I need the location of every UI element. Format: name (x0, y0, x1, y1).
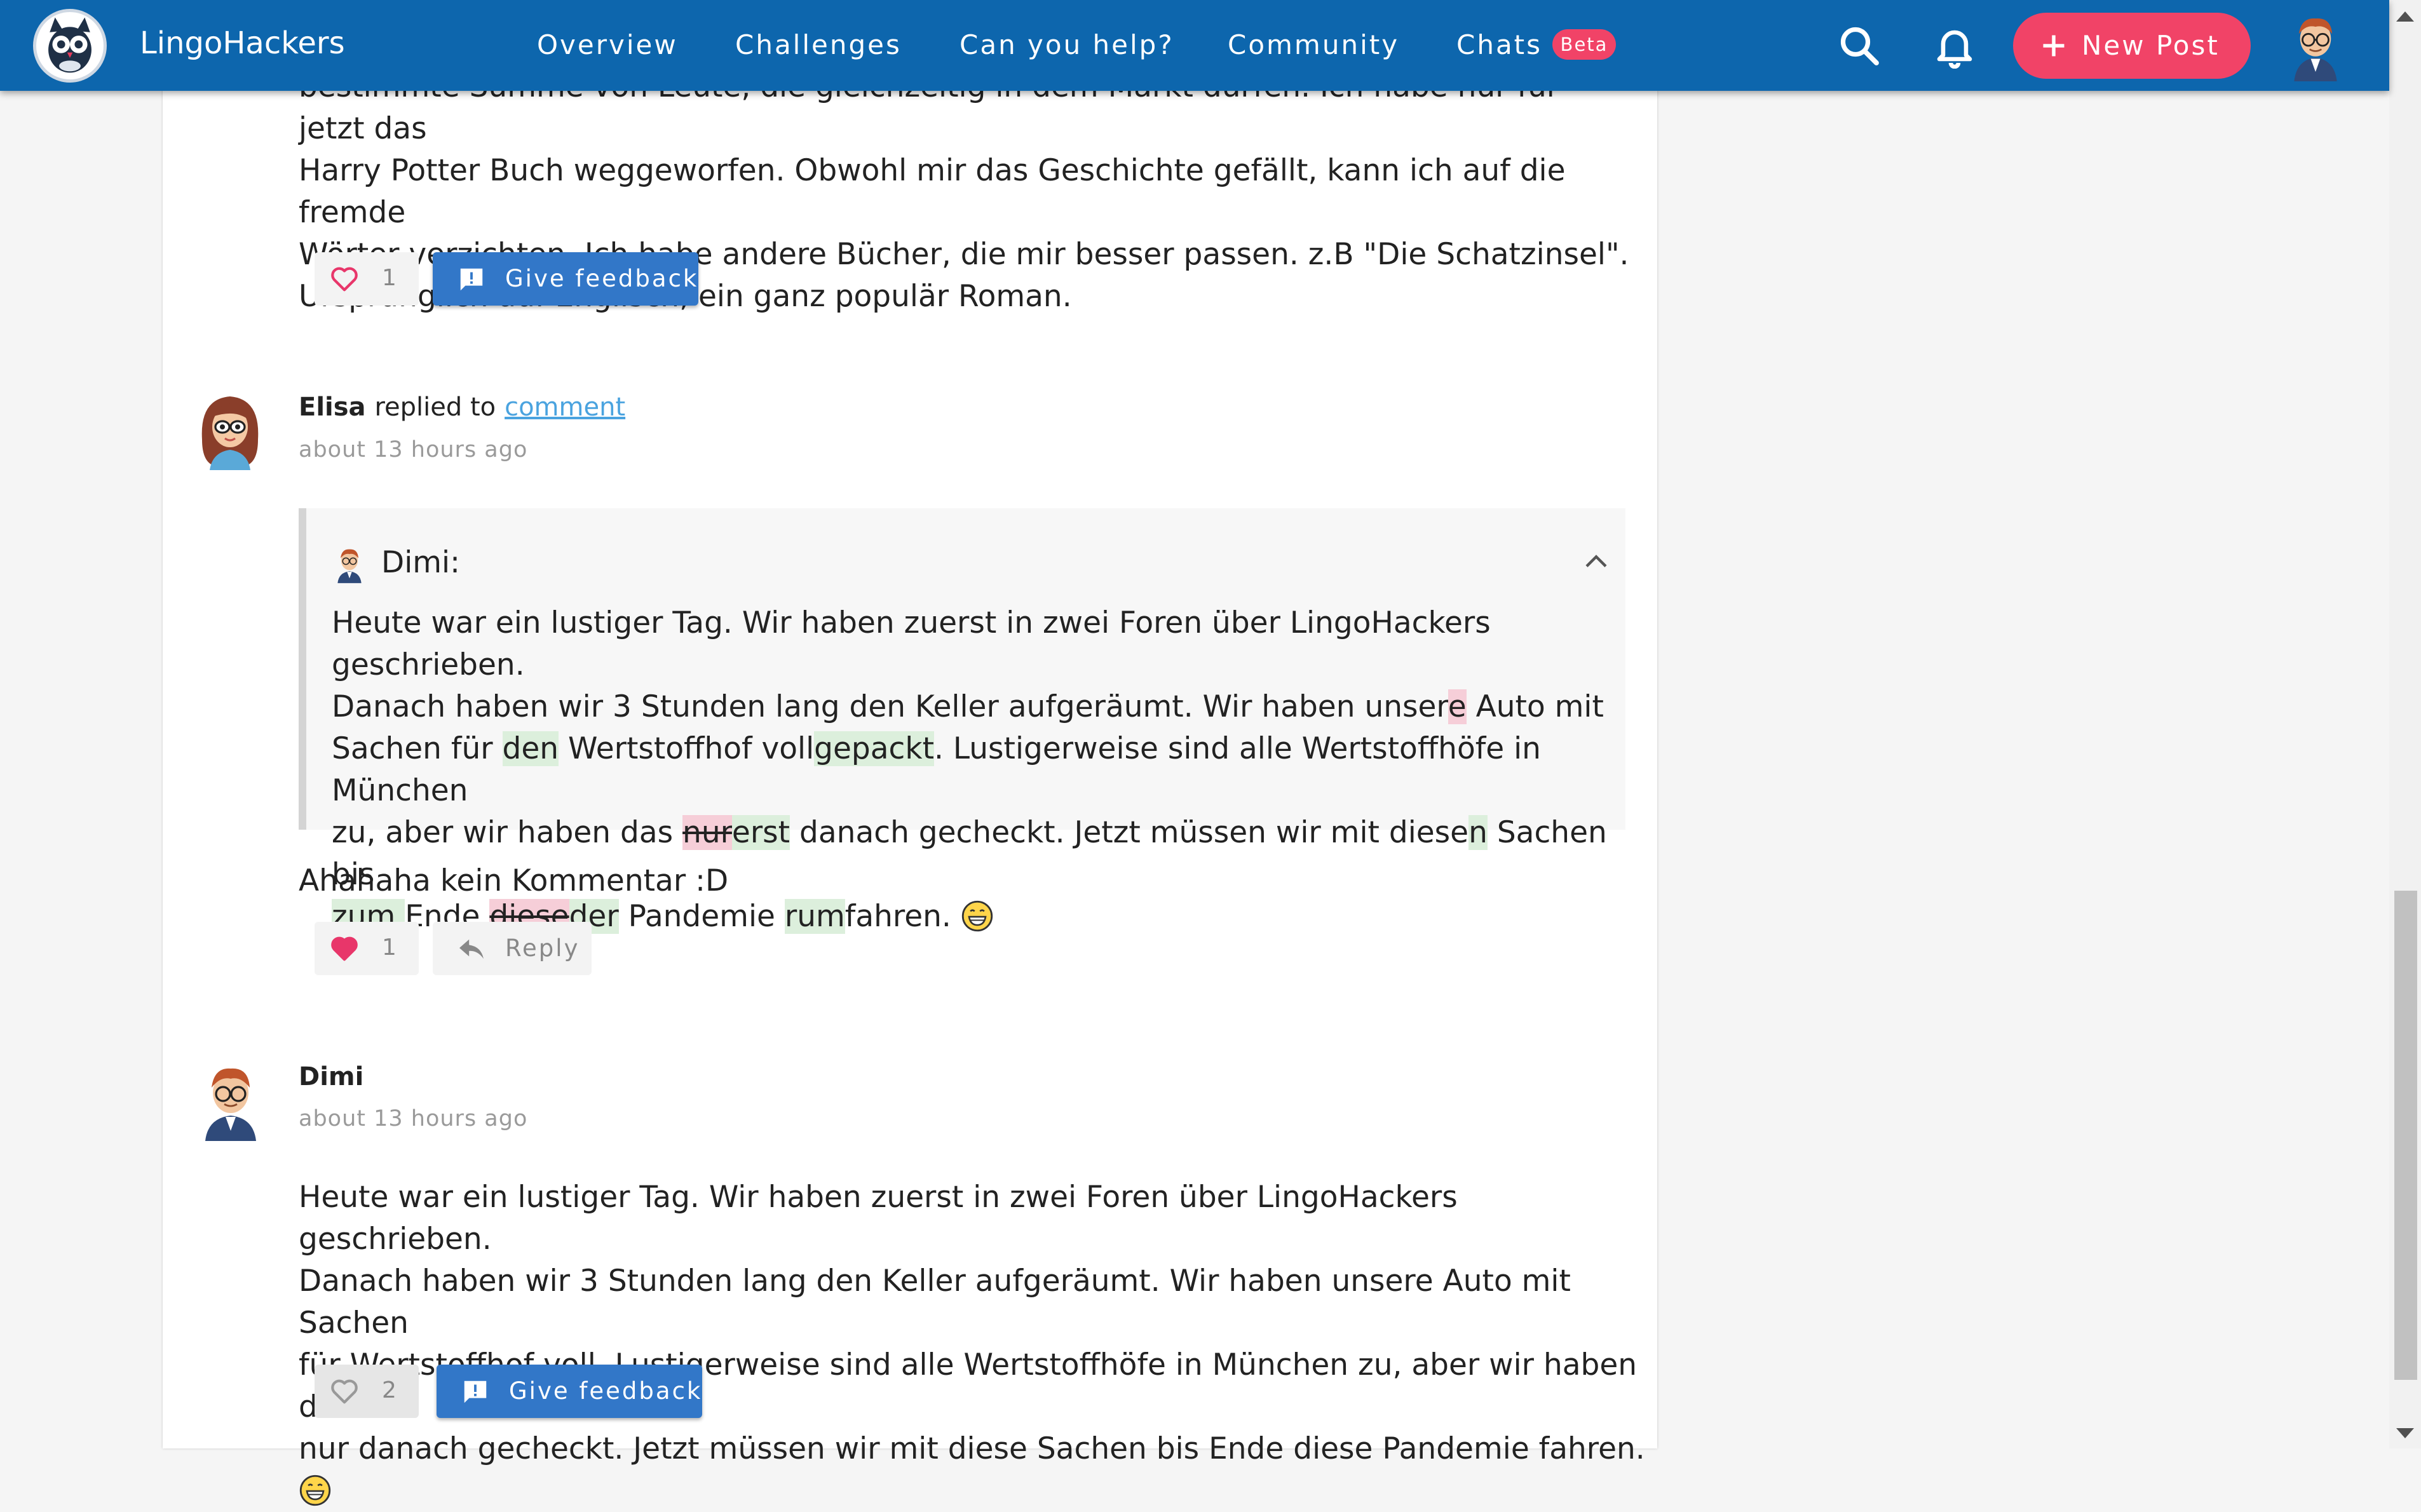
post-timestamp: about 13 hours ago (299, 1106, 528, 1131)
new-post-label: New Post (2082, 30, 2220, 61)
grinning-emoji-icon (961, 900, 993, 932)
grinning-emoji-icon (299, 1475, 331, 1506)
quote-text-segment: Sachen für (332, 731, 503, 766)
heart-filled-icon (331, 936, 358, 961)
elisa-avatar-icon[interactable] (192, 389, 268, 470)
reply-button[interactable]: Reply (433, 922, 592, 975)
nav-community[interactable]: Community (1228, 29, 1399, 60)
reply-arrow-icon (459, 939, 484, 959)
post-line-text: nur danach gecheckt. Jetzt müssen wir mi… (299, 1431, 1645, 1466)
feedback-icon (460, 268, 483, 291)
author-name[interactable]: Dimi (299, 1062, 363, 1091)
heart-outline-icon (331, 267, 358, 292)
scroll-down-arrow-icon[interactable] (2396, 1428, 2414, 1438)
search-icon[interactable] (1836, 23, 1882, 69)
correction-added: n (1468, 815, 1488, 850)
quote-line: Sachen für den Wertstoffhof vollgepackt.… (332, 728, 1634, 812)
correction-removed: nur (682, 815, 732, 850)
comment-link[interactable]: comment (505, 393, 625, 422)
beta-badge: Beta (1552, 29, 1616, 60)
scrollbar-thumb[interactable] (2394, 891, 2417, 1380)
correction-added: erst (731, 815, 790, 850)
reply-timestamp: about 13 hours ago (299, 437, 528, 462)
like-count: 2 (382, 1377, 397, 1403)
logo-owl-icon[interactable] (33, 9, 107, 83)
user-avatar-icon[interactable] (2280, 10, 2351, 81)
quote-text-segment: zu, aber wir haben das (332, 815, 683, 850)
like-button[interactable]: 1 (315, 922, 419, 975)
author-name[interactable]: Elisa (299, 393, 366, 422)
correction-added: gepackt (814, 731, 935, 766)
quote-text-segment: fahren. (844, 899, 961, 934)
post-line: Heute war ein lustiger Tag. Wir haben zu… (299, 1180, 1458, 1257)
post-line: Danach haben wir 3 Stunden lang den Kell… (299, 1264, 1571, 1340)
new-post-button[interactable]: New Post (2013, 13, 2251, 79)
nav-can-you-help[interactable]: Can you help? (960, 29, 1174, 60)
like-button[interactable]: 1 (315, 252, 419, 306)
dimi-small-avatar-icon (337, 549, 362, 583)
give-feedback-button[interactable]: Give feedback (433, 252, 698, 306)
dimi-avatar-icon[interactable] (193, 1060, 269, 1141)
post-body: Heute war ein lustiger Tag. Wir haben zu… (299, 1177, 1646, 1512)
plus-icon (2043, 35, 2065, 57)
brand-name[interactable]: LingoHackers (140, 25, 345, 61)
like-count: 1 (382, 265, 397, 291)
nav-overview[interactable]: Overview (537, 29, 678, 60)
like-button[interactable]: 2 (315, 1365, 419, 1418)
give-feedback-label: Give feedback (509, 1377, 703, 1405)
bell-icon[interactable] (1932, 23, 1977, 69)
scroll-up-arrow-icon[interactable] (2396, 11, 2414, 22)
quote-text-segment: Auto mit (1466, 689, 1604, 724)
like-count: 1 (382, 935, 397, 961)
quoted-comment: Dimi: Heute war ein lustiger Tag. Wir ha… (299, 508, 1625, 934)
nav-challenges[interactable]: Challenges (735, 29, 902, 60)
top-navbar: LingoHackers Overview Challenges Can you… (0, 0, 2389, 91)
quote-line: Danach haben wir 3 Stunden lang den Kell… (332, 686, 1634, 728)
give-feedback-button[interactable]: Give feedback (437, 1365, 702, 1418)
correction-added: rum (784, 899, 845, 934)
post-line: Harry Potter Buch weggeworfen. Obwohl mi… (299, 153, 1566, 230)
quote-text-segment: Pandemie (618, 899, 785, 934)
reply-body: Ahahaha kein Kommentar :D (299, 863, 729, 898)
nav-chats[interactable]: Chats (1456, 29, 1542, 60)
quote-text-segment: Wertstoffhof voll (559, 731, 815, 766)
correction-removed: e (1448, 689, 1467, 724)
quote-text-segment: danach gecheckt. Jetzt müssen wir mit di… (790, 815, 1469, 850)
quote-line: Heute war ein lustiger Tag. Wir haben zu… (332, 605, 1491, 682)
reply-label: Reply (505, 935, 580, 962)
heart-outline-icon (331, 1379, 358, 1404)
reply-author-line: Elisa replied to comment (299, 393, 625, 422)
give-feedback-label: Give feedback (505, 265, 699, 292)
quoted-author: Dimi: (381, 545, 460, 580)
post-line: nur danach gecheckt. Jetzt müssen wir mi… (299, 1428, 1646, 1512)
feedback-icon (464, 1380, 487, 1403)
correction-added: den (502, 731, 559, 766)
chevron-up-icon[interactable] (1583, 553, 1609, 569)
reply-action: replied to (374, 393, 496, 422)
quote-text-segment: Danach haben wir 3 Stunden lang den Kell… (332, 689, 1448, 724)
